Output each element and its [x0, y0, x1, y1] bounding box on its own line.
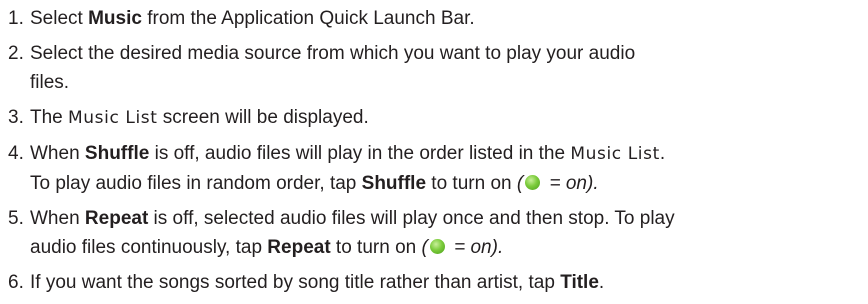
on-legend: = on). — [448, 237, 504, 258]
text-run: to turn on — [330, 237, 422, 258]
step-text: When Repeat is off, selected audio files… — [30, 204, 868, 262]
text-run: Select — [30, 8, 89, 29]
text-run: from the Application Quick Launch Bar. — [141, 8, 475, 29]
step-text: The Music List screen will be displayed. — [30, 103, 868, 133]
step-6: 6. If you want the songs sorted by song … — [0, 268, 868, 297]
on-legend: = on). — [544, 173, 599, 194]
green-dot-icon — [429, 239, 445, 254]
step-line: audio files continuously, tap Repeat to … — [30, 233, 848, 262]
step-line: When Repeat is off, selected audio files… — [30, 204, 848, 233]
step-number: 1. — [8, 8, 24, 29]
step-line: The Music List screen will be displayed. — [30, 103, 848, 133]
text-run: to turn on — [426, 173, 517, 194]
screen-name-music-list: Music List — [570, 144, 660, 164]
text-run: . — [659, 143, 666, 164]
step-line: files. — [30, 68, 848, 97]
text-run: To play audio files in random order, tap — [30, 173, 362, 194]
control-name-shuffle: Shuffle — [84, 143, 150, 164]
step-line: Select the desired media source from whi… — [30, 39, 848, 68]
step-3: 3. The Music List screen will be display… — [0, 103, 868, 133]
text-run: screen will be displayed. — [157, 107, 369, 128]
text-run: audio files continuously, tap — [30, 237, 268, 258]
step-text: If you want the songs sorted by song tit… — [30, 268, 868, 297]
step-line: Select Music from the Application Quick … — [30, 4, 848, 33]
step-2: 2. Select the desired media source from … — [0, 39, 868, 97]
text-run: Select the desired media source from whi… — [30, 43, 636, 64]
text-run: The — [30, 107, 69, 128]
text-run: When — [30, 208, 85, 229]
text-run: files. — [30, 72, 70, 93]
step-number: 2. — [8, 43, 24, 64]
text-run: If you want the songs sorted by song tit… — [30, 272, 561, 293]
paren-open: ( — [421, 237, 428, 258]
step-text: When Shuffle is off, audio files will pl… — [30, 139, 868, 198]
app-name-music: Music — [88, 8, 142, 29]
green-dot-icon — [525, 175, 541, 190]
step-4: 4. When Shuffle is off, audio files will… — [0, 139, 868, 198]
step-number: 3. — [8, 107, 24, 128]
step-text: Select Music from the Application Quick … — [30, 4, 868, 33]
step-number: 4. — [8, 143, 24, 164]
step-1: 1. Select Music from the Application Qui… — [0, 4, 868, 33]
text-run: is off, selected audio files will play o… — [148, 208, 675, 229]
control-name-shuffle: Shuffle — [361, 173, 427, 194]
step-5: 5. When Repeat is off, selected audio fi… — [0, 204, 868, 262]
step-text: Select the desired media source from whi… — [30, 39, 868, 97]
step-number: 5. — [8, 208, 24, 229]
text-run: When — [30, 143, 85, 164]
step-line: If you want the songs sorted by song tit… — [30, 268, 848, 297]
control-name-repeat: Repeat — [267, 237, 331, 258]
text-run: is off, audio files will play in the ord… — [149, 143, 571, 164]
control-name-title: Title — [560, 272, 599, 293]
step-line: To play audio files in random order, tap… — [30, 169, 848, 198]
paren-open: ( — [516, 173, 524, 194]
control-name-repeat: Repeat — [84, 208, 149, 229]
text-run: . — [598, 272, 605, 293]
screen-name-music-list: Music List — [68, 108, 158, 128]
step-line: When Shuffle is off, audio files will pl… — [30, 139, 848, 169]
instruction-list: 1. Select Music from the Application Qui… — [0, 0, 868, 303]
step-number: 6. — [8, 272, 24, 293]
